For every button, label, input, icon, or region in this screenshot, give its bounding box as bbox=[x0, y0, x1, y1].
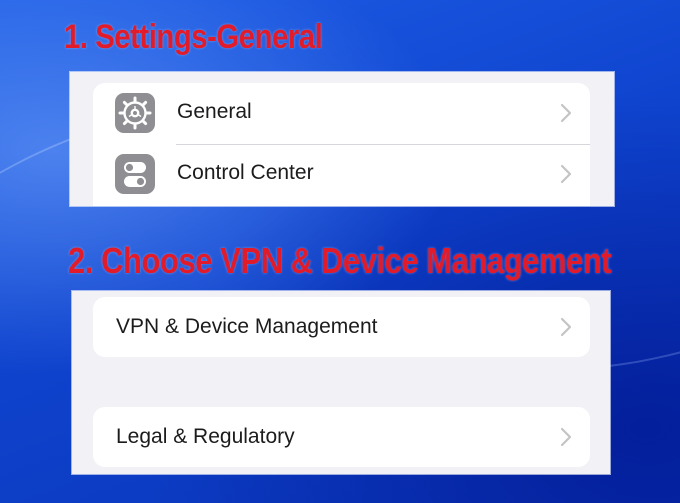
settings-group: General Control Center bbox=[93, 83, 590, 206]
gear-icon bbox=[115, 93, 155, 133]
settings-row-legal-regulatory[interactable]: Legal & Regulatory bbox=[93, 407, 590, 467]
step-2-heading: 2. Choose VPN & Device Management bbox=[68, 240, 612, 281]
settings-row-label: Legal & Regulatory bbox=[116, 425, 295, 448]
settings-row-general[interactable]: General bbox=[93, 83, 590, 144]
switches-icon bbox=[115, 154, 155, 194]
step-1-heading: 1. Settings-General bbox=[64, 18, 323, 56]
settings-panel-bottom: VPN & Device Management Legal & Regulato… bbox=[72, 291, 610, 474]
chevron-right-icon bbox=[560, 164, 572, 184]
chevron-right-icon bbox=[560, 103, 572, 123]
settings-row-label: General bbox=[177, 100, 252, 123]
settings-row-control-center[interactable]: Control Center bbox=[93, 144, 590, 205]
settings-row-vpn-device-management[interactable]: VPN & Device Management bbox=[93, 297, 590, 357]
settings-panel-top: General Control Center bbox=[70, 72, 614, 206]
settings-row-label: Control Center bbox=[177, 161, 314, 184]
settings-row-label: VPN & Device Management bbox=[116, 315, 378, 338]
chevron-right-icon bbox=[560, 427, 572, 447]
chevron-right-icon bbox=[560, 317, 572, 337]
